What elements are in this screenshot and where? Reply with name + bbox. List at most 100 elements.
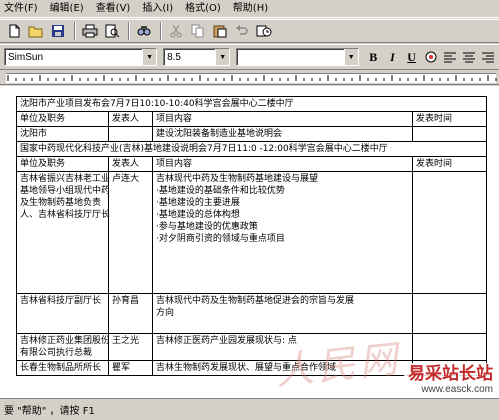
paste-icon[interactable] [210,21,230,41]
table-cell-content[interactable]: 吉林现代中药及生物制药基地建设与展望 ·基地建设的基础条件和比较优势 ·基地建设的主… [152,171,413,294]
table-row: 沈阳市产业项目发布会7月7日10:10-10:40科学宫会展中心二楼中厅 [15,96,488,112]
align-center-icon[interactable] [461,48,478,66]
print-preview-icon[interactable] [102,21,122,41]
underline-icon[interactable]: U [403,48,420,66]
new-icon[interactable] [4,21,24,41]
table-section-heading[interactable]: 沈阳市产业项目发布会7月7日10:10-10:40科学宫会展中心二楼中厅 [15,96,488,112]
table-row: 单位及职务 发表人 项目内容 发表时间 [16,111,488,127]
table-cell[interactable]: 发表时间 [411,156,488,172]
table-cell-organization[interactable]: 吉林修正药业集团股份 有限公司执行总裁 [16,333,109,361]
font-name-select[interactable]: SimSun ▼ [4,48,158,66]
content-line: 吉林生物制药发展现状、展望与重点合作领域 [156,363,337,373]
menu-view[interactable]: 查看(V) [96,0,131,18]
cut-icon[interactable] [166,21,186,41]
open-icon[interactable] [26,21,46,41]
chevron-down-icon[interactable]: ▼ [215,49,230,65]
organization-line: 吉林省科技厅副厅长 [20,296,102,306]
table-cell[interactable]: 项目内容 [152,111,413,127]
status-bar: 要 "帮助" ，请按 F1 [0,398,499,420]
save-icon[interactable] [48,21,68,41]
site-url: www.easck.com [421,384,493,395]
table-cell-time[interactable] [411,171,488,294]
format-toolbar: SimSun ▼ 8.5 ▼ ▼ B I U [0,44,499,70]
menu-edit[interactable]: 编辑(E) [50,0,84,18]
table-cell[interactable]: 发表时间 [411,111,488,127]
content-line: ·基地建设的主要进展 [156,198,240,208]
table-cell-time[interactable] [411,293,488,334]
standard-toolbar [0,19,499,43]
color-icon[interactable] [422,48,439,66]
menu-bar: 文件(F) 编辑(E) 查看(V) 插入(I) 格式(O) 帮助(H) [0,0,499,18]
organization-line: 吉林省振兴吉林老工业 [20,174,109,184]
table-cell-presenter[interactable]: 瞿军 [108,360,153,376]
document-table: 沈阳市产业项目发布会7月7日10:10-10:40科学宫会展中心二楼中厅 单位及职… [15,96,488,376]
organization-line: 长春生物制品所所长 [20,363,102,373]
table-cell-presenter[interactable]: 孙育昌 [108,293,153,334]
content-line: ·基地建设的总体构想 [156,210,240,220]
table-row: 沈阳市 建设沈阳装备制造业基地说明会 [16,126,488,142]
content-line: 吉林修正医药产业园发展现状与: 点 [156,336,297,346]
toolbar-separator [160,22,162,40]
find-icon[interactable] [134,21,154,41]
ruler[interactable] [0,71,499,85]
organization-line: 吉林修正药业集团股份 [20,336,109,346]
organization-line: 有限公司执行总裁 [20,348,93,358]
table-cell-time[interactable] [411,333,488,361]
ruler-ticks [7,75,497,81]
organization-line: 及生物制药基地负责 [20,198,102,208]
table-cell-content[interactable]: 吉林修正医药产业园发展现状与: 点 [152,333,413,361]
align-left-icon[interactable] [441,48,458,66]
font-size-value: 8.5 [167,51,181,63]
table-cell[interactable] [108,126,153,142]
table-cell-content[interactable]: 吉林生物制药发展现状、展望与重点合作领域 [152,360,413,376]
table-cell-presenter[interactable]: 王之光 [108,333,153,361]
organization-line: 基地领导小组现代中药 [20,186,109,196]
menu-format[interactable]: 格式(O) [185,0,221,18]
table-section-heading[interactable]: 国家中药现代化科技产业(吉林)基地建设说明会7月7日11:0 -12:00科学宫… [15,141,488,157]
style-select[interactable]: ▼ [236,48,359,66]
content-line: ·基地建设的基础条件和比较优势 [156,186,285,196]
bold-icon[interactable]: B [365,48,382,66]
undo-icon[interactable] [232,21,252,41]
menu-insert[interactable]: 插入(I) [142,0,173,18]
chevron-down-icon[interactable]: ▼ [343,49,358,65]
status-text: 要 "帮助" ，请按 F1 [4,406,95,417]
table-row: 吉林省振兴吉林老工业 基地领导小组现代中药 及生物制药基地负责 人、吉林省科技厅厅长卢… [16,171,488,294]
font-size-select[interactable]: 8.5 ▼ [163,48,231,66]
content-line: 方向 [156,308,175,318]
toolbar-separator [128,22,130,40]
document-area[interactable]: 沈阳市产业项目发布会7月7日10:10-10:40科学宫会展中心二楼中厅 单位及职… [0,86,499,398]
content-line: 吉林现代中药及生物制药基地建设与展望 [156,174,319,184]
chevron-down-icon[interactable]: ▼ [142,49,157,65]
table-cell-organization[interactable]: 吉林省振兴吉林老工业 基地领导小组现代中药 及生物制药基地负责 人、吉林省科技厅厅长 [16,171,109,294]
table-row: 单位及职务 发表人 项目内容 发表时间 [16,156,488,172]
table-cell-content[interactable]: 吉林现代中药及生物制药基地促进会的宗旨与发展 方向 [152,293,413,334]
table-cell[interactable]: 单位及职务 [16,111,109,127]
print-icon[interactable] [80,21,100,41]
table-cell[interactable]: 建设沈阳装备制造业基地说明会 [152,126,413,142]
table-cell-presenter[interactable]: 卢连大 [108,171,153,294]
content-line: ·对夕阴商引资的领域与重点项目 [156,234,285,244]
content-line: ·参与基地建设的优惠政策 [156,222,258,232]
font-name-value: SimSun [8,51,44,63]
table-cell-organization[interactable]: 吉林省科技厅副厅长 [16,293,109,334]
align-right-icon[interactable] [480,48,497,66]
table-cell[interactable] [411,126,488,142]
menu-file[interactable]: 文件(F) [4,0,38,18]
insert-datetime-icon[interactable] [254,21,274,41]
table-cell[interactable]: 发表人 [108,111,153,127]
table-cell[interactable]: 发表人 [108,156,153,172]
italic-icon[interactable]: I [384,48,401,66]
table-cell-organization[interactable]: 长春生物制品所所长 [16,360,109,376]
table-row: 吉林修正药业集团股份 有限公司执行总裁 王之光 吉林修正医药产业园发展现状与: 点 [16,333,488,361]
organization-line: 人、吉林省科技厅厅长 [20,210,109,220]
table-row: 国家中药现代化科技产业(吉林)基地建设说明会7月7日11:0 -12:00科学宫… [15,141,488,157]
table-cell[interactable]: 单位及职务 [16,156,109,172]
table-row: 吉林省科技厅副厅长 孙育昌 吉林现代中药及生物制药基地促进会的宗旨与发展 方向 [16,293,488,334]
menu-help[interactable]: 帮助(H) [233,0,268,18]
table-cell[interactable]: 项目内容 [152,156,413,172]
site-name: 易采站长站 [408,364,493,384]
content-line: 吉林现代中药及生物制药基地促进会的宗旨与发展 [156,296,355,306]
copy-icon[interactable] [188,21,208,41]
table-cell[interactable]: 沈阳市 [16,126,109,142]
